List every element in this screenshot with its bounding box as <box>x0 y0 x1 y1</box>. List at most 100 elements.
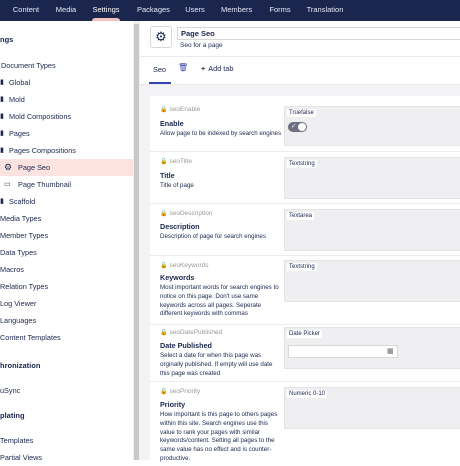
property-divider <box>150 381 460 382</box>
nav-content[interactable]: Content <box>12 0 40 21</box>
property-name[interactable]: Keywords <box>160 273 194 282</box>
property-divider <box>150 324 460 325</box>
nav-forms[interactable]: Forms <box>269 0 291 21</box>
tree-item-partial-views[interactable]: Partial Views <box>0 449 133 460</box>
tree-item-label: Mold <box>9 95 25 104</box>
editor-type-label: Truefalse <box>287 109 316 117</box>
gear-icon: ⚙ <box>4 162 13 172</box>
tree-item-label: Content Templates <box>0 333 61 342</box>
nav-packages[interactable]: Packages <box>137 0 170 21</box>
trash-icon[interactable]: 🗑 <box>178 63 188 72</box>
tree-item-media-types[interactable]: Media Types <box>0 210 133 227</box>
lock-icon: 🔒 <box>160 211 168 217</box>
property-divider <box>150 255 460 256</box>
tree-item-content-templates[interactable]: Content Templates <box>0 329 133 346</box>
image-icon: ▭ <box>4 181 11 188</box>
property-alias[interactable]: 🔒 seoDescription <box>160 210 212 217</box>
toggle-knob <box>298 123 306 131</box>
document-type-name-input[interactable]: Page Seo <box>177 27 460 40</box>
sidebar-tree: ngs Document Types ▮ Global ▮ Mold ▮ Mol… <box>0 21 133 460</box>
property-description: Most important words for search engines … <box>160 284 279 318</box>
tree-item-global[interactable]: ▮ Global <box>0 74 133 91</box>
top-navigation: Content Media Settings Packages Users Me… <box>0 0 460 21</box>
add-tab-button[interactable]: + Add tab <box>201 63 233 75</box>
nav-users[interactable]: Users <box>185 0 205 21</box>
tree-item-mold-compositions[interactable]: ▮ Mold Compositions <box>0 108 133 125</box>
tree-item-label: Page Seo <box>18 163 51 172</box>
tree-item-label: Languages <box>0 316 37 325</box>
tree-item-label: Pages Compositions <box>9 146 76 155</box>
document-type-description-input[interactable]: Seo for a page <box>177 40 460 52</box>
property-alias[interactable]: 🔒 seoTitle <box>160 158 192 165</box>
tree-item-pages[interactable]: ▮ Pages <box>0 125 133 142</box>
property-editor-title[interactable]: Textstring <box>284 157 460 199</box>
nav-translation[interactable]: Translation <box>306 0 344 21</box>
tree-item-page-seo[interactable]: ⚙ Page Seo <box>0 159 133 176</box>
tree-item-page-thumbnail[interactable]: ▭ Page Thumbnail <box>0 176 133 193</box>
editor-type-label: Textarea <box>287 212 315 220</box>
tree-item-log-viewer[interactable]: Log Viewer <box>0 295 133 312</box>
property-alias[interactable]: 🔒 seoDatePublished <box>160 329 222 336</box>
property-alias[interactable]: 🔒 seoKeywords <box>160 262 209 269</box>
nav-members[interactable]: Members <box>221 0 252 21</box>
tree-item-label: uSync <box>0 386 21 395</box>
add-tab-label: Add tab <box>208 64 234 73</box>
sidebar-section-templating: plating <box>0 411 25 420</box>
property-name[interactable]: Title <box>160 171 175 180</box>
folder-icon: ▮ <box>0 113 4 120</box>
enable-toggle[interactable]: ✓ <box>288 122 307 132</box>
tree-item-macros[interactable]: Macros <box>0 261 133 278</box>
editor-type-label: Date Picker <box>287 330 323 338</box>
property-name[interactable]: Enable <box>160 119 184 128</box>
tree-item-label: Page Thumbnail <box>18 180 72 189</box>
tab-seo[interactable]: Seo <box>153 64 166 76</box>
tree-item-member-types[interactable]: Member Types <box>0 227 133 244</box>
property-divider <box>150 203 460 204</box>
tree-item-label: Partial Views <box>0 453 43 460</box>
date-picker-input[interactable] <box>288 345 398 358</box>
property-editor-description[interactable]: Textarea <box>284 209 460 251</box>
tree-item-mold[interactable]: ▮ Mold <box>0 91 133 108</box>
lock-icon: 🔒 <box>160 263 168 269</box>
nav-media[interactable]: Media <box>55 0 77 21</box>
property-alias[interactable]: 🔒 seoPriority <box>160 388 200 395</box>
property-editor-enable[interactable]: Truefalse <box>284 106 460 146</box>
tree-item-languages[interactable]: Languages <box>0 312 133 329</box>
property-alias[interactable]: 🔒 seoEnable <box>160 106 200 113</box>
folder-icon: ▮ <box>0 130 4 137</box>
tree-item-usync[interactable]: uSync <box>0 382 133 399</box>
tree-item-pages-compositions[interactable]: ▮ Pages Compositions <box>0 142 133 159</box>
tree-item-scaffold[interactable]: ▮ Scaffold <box>0 193 133 210</box>
tree-item-label: Document Types <box>1 61 56 70</box>
tree-item-templates[interactable]: Templates <box>0 432 133 449</box>
lock-icon: 🔒 <box>160 389 168 395</box>
lock-icon: 🔒 <box>160 330 168 336</box>
sidebar-section-synchronization: hronization <box>0 361 41 370</box>
property-description: Allow page to be indexed by search engin… <box>160 130 282 137</box>
tree-item-data-types[interactable]: Data Types <box>0 244 133 261</box>
plus-icon: + <box>201 64 206 73</box>
lock-icon: 🔒 <box>160 159 168 165</box>
sidebar-section-title: ngs <box>0 35 14 44</box>
sidebar-scrollbar-thumb[interactable] <box>134 24 139 460</box>
gear-icon[interactable]: ⚙ <box>150 26 172 48</box>
tree-item-label: Templates <box>0 436 34 445</box>
editor-type-label: Textstring <box>287 160 317 168</box>
nav-settings[interactable]: Settings <box>92 0 120 21</box>
lock-icon: 🔒 <box>160 107 168 113</box>
property-editor-keywords[interactable]: Textstring <box>284 260 460 302</box>
tree-item-label: Macros <box>0 265 24 274</box>
tree-item-label: Member Types <box>0 231 49 240</box>
property-name[interactable]: Date Published <box>160 341 212 350</box>
property-editor-priority[interactable]: Numeric 0-10 <box>284 387 460 429</box>
property-name[interactable]: Priority <box>160 400 185 409</box>
property-description: Title of page <box>160 182 194 189</box>
editor-type-label: Numeric 0-10 <box>287 390 328 398</box>
property-name[interactable]: Description <box>160 222 200 231</box>
tree-item-document-types[interactable]: Document Types <box>0 57 133 74</box>
calendar-icon[interactable]: ▦ <box>387 347 394 355</box>
tree-item-label: Mold Compositions <box>9 112 72 121</box>
active-tab-indicator <box>149 82 171 84</box>
check-icon: ✓ <box>291 123 297 130</box>
tree-item-relation-types[interactable]: Relation Types <box>0 278 133 295</box>
